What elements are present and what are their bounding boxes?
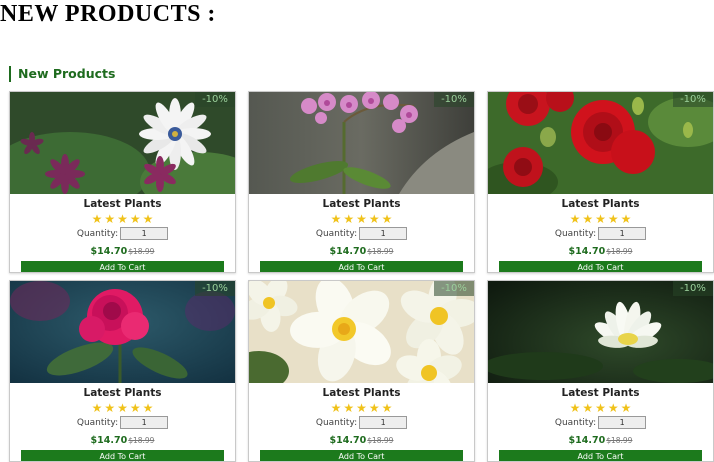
star-icon: ★ bbox=[330, 401, 342, 415]
product-grid: -10% Latest Plants ★★★★★ Quantity: $14.7… bbox=[9, 91, 714, 462]
star-icon: ★ bbox=[595, 401, 606, 415]
star-icon: ★ bbox=[343, 212, 355, 226]
discount-badge: -10% bbox=[673, 281, 713, 296]
star-icon: ★ bbox=[356, 401, 367, 415]
star-icon: ★ bbox=[620, 212, 632, 226]
price: $14.70 bbox=[568, 246, 606, 257]
product-image[interactable]: -10% bbox=[488, 92, 713, 194]
star-rating: ★ ★ ★ ★ ★ bbox=[10, 212, 235, 226]
quantity-label: Quantity: bbox=[554, 418, 597, 428]
star-icon: ★ bbox=[368, 401, 380, 415]
star-icon: ★ bbox=[607, 401, 619, 415]
star-icon: ★ bbox=[142, 212, 154, 226]
product-image[interactable]: -10% bbox=[488, 281, 713, 383]
price: $14.70 bbox=[568, 435, 606, 446]
product-image[interactable]: -10% bbox=[10, 92, 235, 194]
old-price: $18.99 bbox=[367, 247, 394, 256]
star-icon: ★ bbox=[607, 212, 619, 226]
old-price: $18.99 bbox=[606, 247, 633, 256]
price: $14.70 bbox=[90, 435, 128, 446]
star-icon: ★ bbox=[129, 212, 141, 226]
product-card: -10% Latest Plants ★★★★★ Quantity: $14.7… bbox=[9, 91, 236, 273]
quantity-input[interactable] bbox=[120, 227, 169, 240]
quantity-label: Quantity: bbox=[315, 418, 358, 428]
product-image[interactable]: -10% bbox=[249, 92, 474, 194]
discount-badge: -10% bbox=[434, 92, 474, 107]
quantity-label: Quantity: bbox=[554, 229, 597, 239]
add-to-cart-button[interactable]: Add To Cart bbox=[499, 450, 702, 461]
add-to-cart-button[interactable]: Add To Cart bbox=[260, 261, 463, 272]
product-title[interactable]: Latest Plants bbox=[488, 387, 713, 400]
discount-badge: -10% bbox=[434, 281, 474, 296]
discount-badge: -10% bbox=[195, 92, 235, 107]
star-icon: ★ bbox=[142, 401, 154, 415]
star-icon: ★ bbox=[569, 212, 581, 226]
old-price: $18.99 bbox=[128, 247, 155, 256]
quantity-input[interactable] bbox=[598, 416, 647, 429]
old-price: $18.99 bbox=[606, 436, 633, 445]
product-title[interactable]: Latest Plants bbox=[10, 198, 235, 211]
star-icon: ★ bbox=[104, 212, 116, 226]
product-title[interactable]: Latest Plants bbox=[249, 387, 474, 400]
product-card: -10% Latest Plants ★★★★★ Quantity: $14.7… bbox=[9, 280, 236, 462]
page-title: NEW PRODUCTS : bbox=[0, 1, 216, 27]
star-icon: ★ bbox=[91, 212, 103, 226]
star-icon: ★ bbox=[104, 401, 116, 415]
star-icon: ★ bbox=[368, 212, 380, 226]
quantity-input[interactable] bbox=[598, 227, 647, 240]
add-to-cart-button[interactable]: Add To Cart bbox=[499, 261, 702, 272]
star-rating: ★ ★ ★ ★ ★ bbox=[249, 401, 474, 415]
discount-badge: -10% bbox=[195, 281, 235, 296]
star-icon: ★ bbox=[620, 401, 632, 415]
old-price: $18.99 bbox=[128, 436, 155, 445]
quantity-label: Quantity: bbox=[76, 418, 119, 428]
star-icon: ★ bbox=[117, 401, 128, 415]
product-title[interactable]: Latest Plants bbox=[249, 198, 474, 211]
price: $14.70 bbox=[329, 435, 367, 446]
old-price: $18.99 bbox=[367, 436, 394, 445]
product-card: -10% Latest Plants ★★★★★ Quantity: $14.7… bbox=[248, 91, 475, 273]
price: $14.70 bbox=[90, 246, 128, 257]
product-card: -10% Latest Plants ★★★★★ Quantity: $14.7… bbox=[487, 280, 714, 462]
star-rating: ★ ★ ★ ★ ★ bbox=[488, 401, 713, 415]
star-icon: ★ bbox=[356, 212, 367, 226]
star-icon: ★ bbox=[117, 212, 128, 226]
product-image[interactable]: -10% bbox=[249, 281, 474, 383]
add-to-cart-button[interactable]: Add To Cart bbox=[21, 450, 224, 461]
product-title[interactable]: Latest Plants bbox=[10, 387, 235, 400]
product-title[interactable]: Latest Plants bbox=[488, 198, 713, 211]
star-icon: ★ bbox=[595, 212, 606, 226]
section-title: New Products bbox=[9, 66, 115, 82]
star-icon: ★ bbox=[330, 212, 342, 226]
star-icon: ★ bbox=[91, 401, 103, 415]
star-rating: ★ ★ ★ ★ ★ bbox=[488, 212, 713, 226]
star-icon: ★ bbox=[129, 401, 141, 415]
star-icon: ★ bbox=[582, 401, 594, 415]
star-icon: ★ bbox=[343, 401, 355, 415]
discount-badge: -10% bbox=[673, 92, 713, 107]
quantity-label: Quantity: bbox=[315, 229, 358, 239]
star-icon: ★ bbox=[582, 212, 594, 226]
quantity-input[interactable] bbox=[359, 227, 408, 240]
quantity-input[interactable] bbox=[359, 416, 408, 429]
product-card: -10% Latest Plants ★★★★★ Quantity: $14.7… bbox=[248, 280, 475, 462]
star-rating: ★ ★ ★ ★ ★ bbox=[249, 212, 474, 226]
quantity-label: Quantity: bbox=[76, 229, 119, 239]
star-icon: ★ bbox=[381, 212, 393, 226]
price: $14.70 bbox=[329, 246, 367, 257]
star-rating: ★ ★ ★ ★ ★ bbox=[10, 401, 235, 415]
star-icon: ★ bbox=[381, 401, 393, 415]
star-icon: ★ bbox=[569, 401, 581, 415]
add-to-cart-button[interactable]: Add To Cart bbox=[21, 261, 224, 272]
product-card: -10% Latest Plants ★★★★★ Quantity: $14.7… bbox=[487, 91, 714, 273]
quantity-input[interactable] bbox=[120, 416, 169, 429]
add-to-cart-button[interactable]: Add To Cart bbox=[260, 450, 463, 461]
product-image[interactable]: -10% bbox=[10, 281, 235, 383]
